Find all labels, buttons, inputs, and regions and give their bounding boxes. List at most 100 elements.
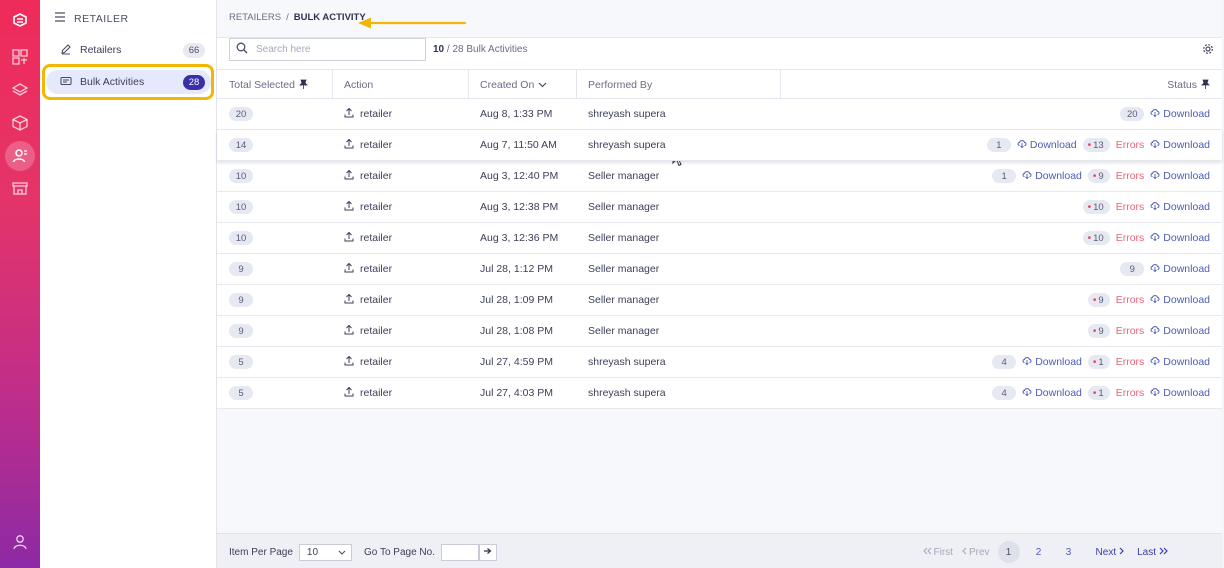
- col-total-selected[interactable]: Total Selected: [229, 70, 333, 100]
- table-row[interactable]: 10 retailer Aug 3, 12:36 PM Seller manager •…: [217, 223, 1222, 254]
- error-count: 9: [1098, 170, 1104, 182]
- table-row[interactable]: 5 retailer Jul 27, 4:59 PM shreyash supera 4…: [217, 347, 1222, 378]
- table-row[interactable]: 9 retailer Jul 28, 1:08 PM Seller manager • 9…: [217, 316, 1222, 347]
- total-selected-cell: 14: [229, 130, 253, 160]
- table-row[interactable]: 9 retailer Jul 28, 1:09 PM Seller manager • 9…: [217, 285, 1222, 316]
- breadcrumb-retailers[interactable]: RETAILERS: [229, 12, 281, 23]
- table-row[interactable]: 14 retailer Aug 7, 11:50 AM shreyash supera…: [217, 130, 1222, 161]
- search-input[interactable]: [256, 44, 416, 55]
- col-performed-by[interactable]: Performed By: [577, 70, 781, 100]
- upload-icon: [344, 138, 354, 152]
- page-2-button[interactable]: 2: [1028, 541, 1050, 563]
- sidebar-item-label: Retailers: [80, 44, 122, 56]
- search-icon: [236, 42, 248, 57]
- chevron-left-icon: [961, 547, 967, 558]
- header-label: Total Selected: [229, 79, 295, 91]
- table-row[interactable]: 10 retailer Aug 3, 12:40 PM Seller manager 1…: [217, 161, 1222, 192]
- download-link[interactable]: Download: [1022, 356, 1082, 368]
- action-cell: retailer: [344, 378, 392, 408]
- download-errors-link[interactable]: Download: [1150, 387, 1210, 399]
- next-page-button[interactable]: Next: [1096, 547, 1126, 558]
- error-dot-icon: •: [1092, 325, 1097, 337]
- download-errors-link[interactable]: Download: [1150, 325, 1210, 337]
- table-row[interactable]: 5 retailer Jul 27, 4:03 PM shreyash supera 4…: [217, 378, 1222, 409]
- download-errors-link[interactable]: Download: [1150, 232, 1210, 244]
- goto-page-input[interactable]: [440, 544, 479, 561]
- performed-by-cell: shreyash supera: [588, 356, 666, 368]
- page-1-button[interactable]: 1: [997, 541, 1020, 563]
- action-label: retailer: [360, 108, 393, 120]
- action-cell: retailer: [344, 285, 392, 315]
- last-page-button[interactable]: Last: [1137, 547, 1168, 558]
- action-label: retailer: [360, 201, 393, 213]
- dashboard-icon[interactable]: [9, 46, 31, 68]
- col-action[interactable]: Action: [333, 70, 469, 100]
- status-cell: 1 Download • 13 Errors Download: [986, 130, 1210, 160]
- search-box[interactable]: [229, 38, 426, 61]
- download-label: Download: [1163, 232, 1210, 244]
- download-errors-link[interactable]: Download: [1150, 139, 1210, 151]
- errors-label: Errors: [1115, 294, 1145, 306]
- download-errors-link[interactable]: Download: [1150, 201, 1210, 213]
- download-link[interactable]: Download: [1022, 387, 1082, 399]
- sidebar-item-retailers[interactable]: Retailers 66: [46, 38, 211, 62]
- gear-icon[interactable]: [1202, 43, 1214, 58]
- created-on-cell: Aug 3, 12:40 PM: [480, 170, 559, 182]
- download-label: Download: [1035, 387, 1082, 399]
- layers-icon[interactable]: [9, 79, 31, 101]
- profile-icon[interactable]: [9, 531, 31, 553]
- action-cell: retailer: [344, 192, 392, 222]
- download-label: Download: [1035, 170, 1082, 182]
- col-status[interactable]: Status: [781, 70, 1222, 100]
- action-cell: retailer: [344, 347, 392, 377]
- page-3-button[interactable]: 3: [1058, 541, 1080, 563]
- double-chevron-left-icon: [922, 547, 932, 558]
- table-row[interactable]: 20 retailer Aug 8, 1:33 PM shreyash supera 2…: [217, 99, 1222, 130]
- error-count: 9: [1098, 325, 1104, 337]
- total-selected-cell: 10: [229, 223, 253, 253]
- cloud-download-icon: [1022, 387, 1032, 399]
- cloud-download-icon: [1150, 232, 1160, 244]
- download-label: Download: [1163, 201, 1210, 213]
- download-link[interactable]: Download: [1150, 263, 1210, 275]
- action-label: retailer: [360, 387, 393, 399]
- download-label: Download: [1163, 325, 1210, 337]
- error-dot-icon: •: [1087, 232, 1092, 244]
- chevron-down-icon[interactable]: [538, 79, 547, 91]
- table-row[interactable]: 10 retailer Aug 3, 12:38 PM Seller manager •…: [217, 192, 1222, 223]
- upload-icon: [344, 355, 354, 369]
- error-count: 9: [1098, 294, 1104, 306]
- col-created-on[interactable]: Created On: [469, 70, 577, 100]
- download-link[interactable]: Download: [1017, 139, 1077, 151]
- goto-page-button[interactable]: [478, 544, 497, 561]
- download-label: Download: [1163, 139, 1210, 151]
- action-label: retailer: [360, 356, 393, 368]
- errors-label: Errors: [1115, 387, 1145, 399]
- app-logo-icon[interactable]: [9, 9, 31, 31]
- performed-by-cell: shreyash supera: [588, 108, 666, 120]
- download-errors-link[interactable]: Download: [1150, 294, 1210, 306]
- per-page-select[interactable]: 10: [298, 544, 352, 561]
- pager: First Prev 1 2 3 Next Last: [922, 541, 1168, 563]
- table-row[interactable]: 9 retailer Jul 28, 1:12 PM Seller manager 9 D…: [217, 254, 1222, 285]
- error-count: 13: [1093, 139, 1104, 151]
- download-errors-link[interactable]: Download: [1150, 170, 1210, 182]
- total-selected-cell: 9: [229, 254, 253, 284]
- status-cell: • 9 Errors Download: [1087, 285, 1210, 315]
- total-selected-badge: 10: [229, 169, 253, 183]
- pin-icon[interactable]: [1201, 79, 1210, 92]
- highlight-annotation: [42, 64, 214, 100]
- box-icon[interactable]: [9, 112, 31, 134]
- prev-page-button[interactable]: Prev: [961, 547, 990, 558]
- download-link[interactable]: Download: [1022, 170, 1082, 182]
- total-selected-badge: 9: [229, 262, 253, 276]
- first-page-button[interactable]: First: [922, 547, 953, 558]
- performed-by-cell: Seller manager: [588, 170, 660, 182]
- retailer-user-icon[interactable]: [5, 141, 35, 171]
- pin-icon[interactable]: [299, 79, 308, 92]
- chevron-down-icon: [338, 547, 346, 558]
- hamburger-menu-icon[interactable]: [54, 12, 66, 25]
- store-icon[interactable]: [9, 177, 31, 199]
- download-link[interactable]: Download: [1150, 108, 1210, 120]
- download-errors-link[interactable]: Download: [1150, 356, 1210, 368]
